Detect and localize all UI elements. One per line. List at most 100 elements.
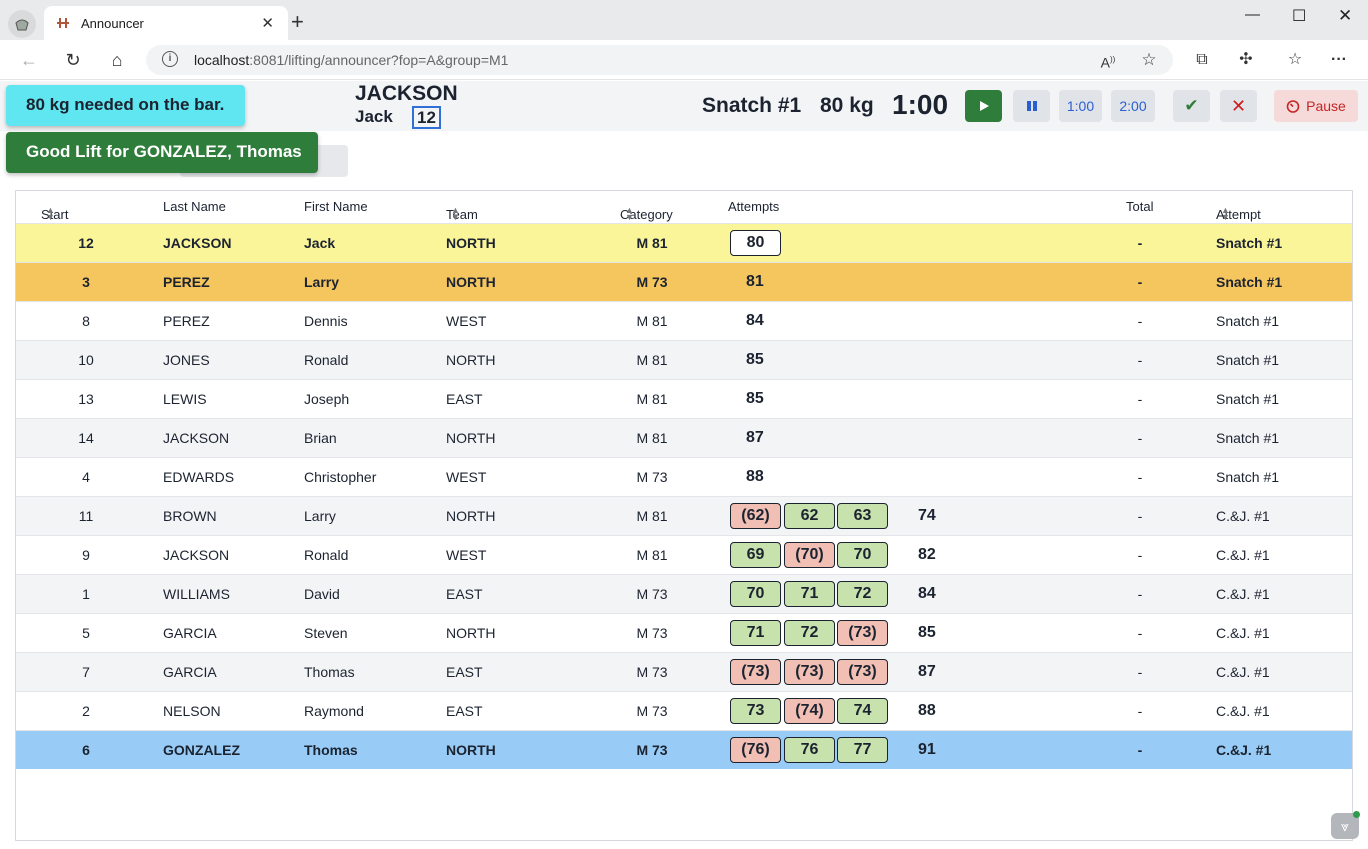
cell-last-name: PEREZ (163, 313, 210, 329)
current-athlete-start-number: 12 (412, 106, 441, 129)
cell-total: - (1137, 664, 1143, 680)
cell-start-number: 14 (78, 430, 94, 446)
table-row[interactable]: 4 EDWARDS Christopher WEST M 73 - Snatch #1 88 (16, 457, 1352, 496)
table-row[interactable]: 8 PEREZ Dennis WEST M 81 - Snatch #1 84 (16, 301, 1352, 340)
cell-attempt: Snatch #1 (1216, 235, 1283, 251)
next-cj-request: 84 (918, 585, 936, 602)
cell-total: - (1137, 235, 1143, 251)
cell-team: NORTH (446, 430, 496, 446)
status-dot-icon (1353, 811, 1360, 818)
table-row[interactable]: 1 WILLIAMS David EAST M 73 - C.&J. #1 70 71 72 84 (16, 574, 1352, 613)
extensions-icon[interactable]: ✣ (1235, 49, 1257, 71)
sort-icon[interactable]: ▲ ▼ (46, 206, 55, 222)
table-row[interactable]: 9 JACKSON Ronald WEST M 81 - C.&J. #1 69 (70) 70 8… (16, 535, 1352, 574)
cell-category: M 73 (636, 703, 668, 719)
reload-icon[interactable]: ↻ (62, 49, 84, 71)
cell-total: - (1137, 430, 1143, 446)
table-row[interactable]: 13 LEWIS Joseph EAST M 81 - Snatch #1 85 (16, 379, 1352, 418)
profile-icon[interactable] (8, 10, 36, 38)
cell-start-number: 12 (78, 235, 94, 251)
cell-total: - (1137, 703, 1143, 719)
no-lift-button[interactable]: ✕ (1220, 90, 1257, 122)
cell-attempt: C.&J. #1 (1216, 547, 1270, 563)
attempt-box: 85 (746, 351, 764, 368)
cell-first-name: Larry (304, 508, 336, 524)
sort-icon[interactable]: ▲ ▼ (451, 206, 460, 222)
attempt-box: 70 (730, 581, 781, 607)
check-icon: ✔ (1184, 96, 1199, 115)
close-tab-icon[interactable]: ✕ (261, 14, 274, 32)
reset-one-minute-button[interactable]: 1:00 (1059, 90, 1102, 122)
cell-category: M 81 (636, 547, 668, 563)
cell-last-name: GONZALEZ (163, 742, 240, 758)
site-info-icon[interactable]: i (162, 51, 178, 67)
cell-team: EAST (446, 703, 483, 719)
cell-category: M 73 (636, 274, 668, 290)
attempt-box: (73) (730, 659, 781, 685)
cell-category: M 81 (636, 391, 668, 407)
attempt-box: (73) (837, 659, 888, 685)
good-lift-button[interactable]: ✔ (1173, 90, 1210, 122)
cell-last-name: JACKSON (163, 547, 230, 563)
attempt-box: 72 (837, 581, 888, 607)
current-athlete-first-name: Jack (355, 107, 393, 126)
table-row[interactable]: 2 NELSON Raymond EAST M 73 - C.&J. #1 73 (74) 74 8… (16, 691, 1352, 730)
table-row[interactable]: 14 JACKSON Brian NORTH M 81 - Snatch #1 87 (16, 418, 1352, 457)
cell-last-name: GARCIA (163, 625, 217, 641)
cell-start-number: 11 (78, 508, 94, 524)
maximize-icon[interactable]: ☐ (1292, 6, 1306, 26)
split-screen-icon[interactable]: ⧉ (1191, 49, 1213, 71)
cell-first-name: Joseph (304, 391, 350, 407)
sort-icon[interactable]: ▲ ▼ (625, 206, 634, 222)
cell-total: - (1137, 508, 1143, 524)
new-tab-icon[interactable]: + (291, 11, 304, 33)
read-aloud-icon[interactable]: A)) (1097, 49, 1119, 71)
minimize-icon[interactable]: — (1245, 6, 1260, 23)
attempt-box: 62 (784, 503, 835, 529)
sort-icon[interactable]: ▲ ▼ (1221, 206, 1230, 222)
cell-start-number: 5 (82, 625, 90, 641)
home-icon[interactable]: ⌂ (106, 49, 128, 71)
cell-attempt: Snatch #1 (1216, 430, 1280, 446)
attempt-box: 85 (746, 390, 764, 407)
browser-tab-bar: Announcer ✕ + — ☐ ✕ (0, 0, 1368, 40)
reset-two-minutes-button[interactable]: 2:00 (1111, 90, 1155, 122)
more-menu-icon[interactable]: ··· (1328, 49, 1350, 71)
cell-team: EAST (446, 664, 483, 680)
next-cj-request: 74 (918, 507, 936, 524)
cell-start-number: 2 (82, 703, 90, 719)
table-row[interactable]: 5 GARCIA Steven NORTH M 73 - C.&J. #1 71 72 (73) 8… (16, 613, 1352, 652)
cell-last-name: JONES (163, 352, 210, 368)
cell-attempt: Snatch #1 (1216, 391, 1280, 407)
favorite-star-icon[interactable]: ☆ (1138, 49, 1160, 71)
timer-icon (1286, 100, 1300, 113)
decision-notification: Good Lift for GONZALEZ, Thomas (6, 132, 318, 173)
table-row[interactable]: 6 GONZALEZ Thomas NORTH M 73 - C.&J. #1 (76) 76 7… (16, 730, 1352, 769)
table-row[interactable]: 11 BROWN Larry NORTH M 81 - C.&J. #1 (62) 62 63 74 (16, 496, 1352, 535)
start-clock-button[interactable] (965, 90, 1002, 122)
cell-first-name: Jack (304, 235, 336, 251)
close-window-icon[interactable]: ✕ (1338, 6, 1352, 26)
browser-tab-announcer[interactable]: Announcer ✕ (44, 6, 288, 40)
play-icon (979, 101, 989, 111)
break-pause-button[interactable]: Pause (1274, 90, 1358, 122)
cell-team: WEST (446, 469, 487, 485)
cell-total: - (1137, 391, 1143, 407)
cell-category: M 73 (636, 586, 668, 602)
attempt-box: 63 (837, 503, 888, 529)
cell-first-name: Ronald (304, 352, 349, 368)
table-row[interactable]: 3 PEREZ Larry NORTH M 73 - Snatch #1 81 (16, 262, 1352, 301)
attempt-box: 77 (837, 737, 888, 763)
table-row[interactable]: 7 GARCIA Thomas EAST M 73- C.&J. #1 (73) (73) (7… (16, 652, 1352, 691)
url-field[interactable]: i localhost:8081/lifting/announcer?fop=A… (146, 45, 1173, 75)
cell-team: NORTH (446, 508, 496, 524)
cell-attempt: C.&J. #1 (1216, 586, 1270, 602)
attempt-box: 81 (746, 273, 764, 290)
table-row[interactable]: 10 JONES Ronald NORTH M 81 - Snatch #1 85 (16, 340, 1352, 379)
table-row[interactable]: 12 JACKSON Jack NORTH M 81 - Snatch #1 80 (16, 223, 1352, 262)
back-arrow-icon[interactable]: ← (18, 49, 40, 71)
favorites-icon[interactable]: ☆ (1284, 49, 1306, 71)
stop-clock-button[interactable] (1013, 90, 1050, 122)
lifting-order-grid: Start Number▲▼ Last Name First Name Team… (15, 190, 1353, 841)
cell-team: EAST (446, 391, 483, 407)
